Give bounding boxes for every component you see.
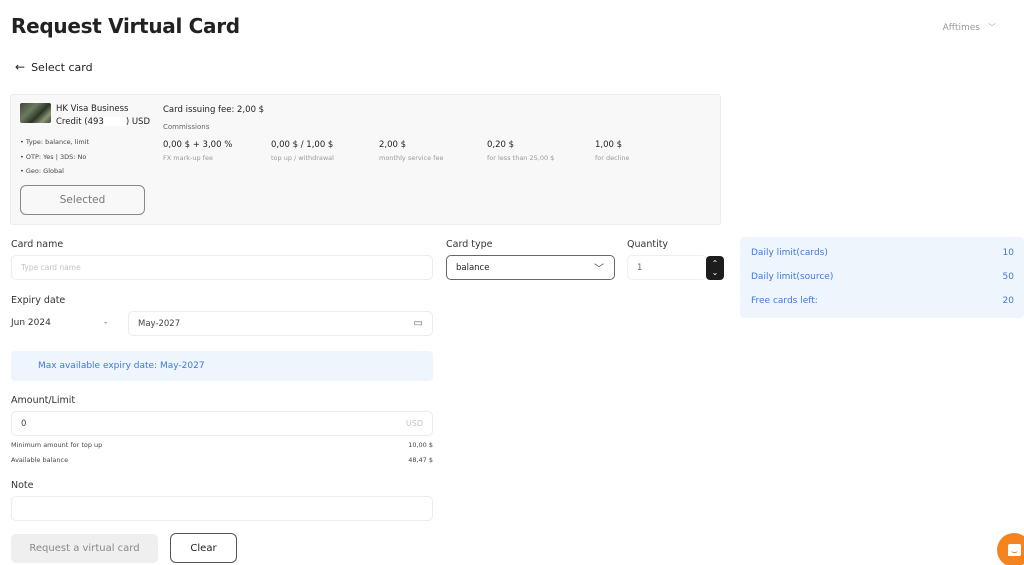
amount-value: 0	[21, 418, 27, 429]
card-name-line2: Credit (493 ) USD	[56, 116, 166, 129]
card-name-prefix: Credit (493	[56, 117, 104, 127]
card-name-suffix: ) USD	[125, 117, 150, 127]
commission-item: 0,00 $ / 1,00 $ top up / withdrawal	[271, 140, 334, 162]
selected-card-panel: HK Visa Business Credit (493 ) USD • Type…	[10, 94, 721, 225]
card-feature: • Type: balance, limit	[20, 138, 90, 146]
card-type-value: balance	[456, 262, 490, 273]
limit-row: Free cards left: 20	[751, 296, 1014, 306]
commission-label: FX mark-up fee	[163, 154, 213, 162]
available-balance-label: Available balance	[11, 456, 69, 464]
date-range-dash: -	[104, 318, 108, 328]
quantity-label: Quantity	[627, 239, 669, 250]
commission-value: 2,00 $	[379, 140, 407, 150]
card-type-label: Card type	[446, 239, 493, 250]
quantity-input[interactable]: 1	[627, 255, 707, 280]
expiry-end-input[interactable]: May-2027 ▭	[128, 311, 433, 336]
expiry-info-banner: Max available expiry date: May-2027	[11, 351, 433, 381]
card-feature: • OTP: Yes | 3DS: No	[20, 152, 87, 161]
commission-value: 0,20 $	[487, 140, 515, 150]
amount-label: Amount/Limit	[11, 395, 76, 406]
min-amount-value: 10,00 $	[408, 441, 433, 449]
limit-label: Daily limit(source)	[751, 272, 834, 282]
user-menu[interactable]: Afftimes ﹀	[943, 22, 996, 33]
card-name-label: Card name	[11, 239, 64, 250]
note-label: Note	[11, 480, 34, 491]
calendar-icon[interactable]: ▭	[414, 318, 423, 329]
request-virtual-card-button[interactable]: Request a virtual card	[11, 534, 158, 563]
issuing-fee: Card issuing fee: 2,00 $	[163, 105, 265, 115]
expiry-date-label: Expiry date	[11, 295, 66, 306]
expiry-end-value: May-2027	[138, 318, 181, 329]
amount-input[interactable]: 0 USD	[11, 411, 433, 436]
limit-value: 50	[1002, 272, 1014, 282]
quantity-stepper[interactable]: ⌃ ⌄	[706, 256, 724, 280]
currency-suffix: USD	[405, 419, 423, 428]
arrow-left-icon: ←	[15, 60, 26, 74]
user-name: Afftimes	[942, 22, 980, 33]
chevron-down-icon: ﹀	[594, 264, 604, 275]
card-name-line1: HK Visa Business	[56, 104, 129, 114]
commission-label: for decline	[595, 154, 630, 162]
increment-icon[interactable]: ⌃	[712, 259, 719, 268]
decrement-icon[interactable]: ⌄	[712, 268, 719, 277]
available-balance-value: 48,47 $	[408, 456, 433, 464]
limit-label: Free cards left:	[751, 296, 818, 306]
chevron-down-icon: ﹀	[988, 23, 996, 32]
card-name-input[interactable]: Type card name	[11, 255, 433, 280]
back-to-select-card-link[interactable]: ← Select card	[15, 60, 93, 74]
expiry-start: Jun 2024	[11, 318, 51, 328]
note-input[interactable]	[11, 496, 433, 521]
chat-icon	[1007, 544, 1021, 556]
card-image	[20, 103, 51, 123]
limit-row: Daily limit(cards) 10	[751, 248, 1014, 258]
available-balance-row: Available balance 48,47 $	[11, 456, 433, 464]
limit-label: Daily limit(cards)	[751, 248, 828, 258]
min-amount-label: Minimum amount for top up	[11, 441, 103, 449]
limit-row: Daily limit(source) 50	[751, 272, 1014, 282]
daily-limits-panel: Daily limit(cards) 10 Daily limit(source…	[740, 237, 1024, 318]
selected-button[interactable]: Selected	[20, 185, 145, 215]
chat-widget-button[interactable]	[997, 533, 1024, 565]
commissions-label: Commissions	[163, 123, 210, 131]
card-feature: • Geo: Global	[20, 167, 64, 175]
card-features: • Type: balance, limit • OTP: Yes | 3DS:…	[20, 135, 89, 179]
commission-label: for less than 25,00 $	[487, 154, 555, 162]
commission-label: top up / withdrawal	[271, 154, 334, 162]
min-amount-row: Minimum amount for top up 10,00 $	[11, 441, 433, 449]
card-type-select[interactable]: balance ﹀	[446, 255, 615, 280]
card-name: HK Visa Business Credit (493 ) USD	[56, 103, 166, 129]
commission-item: 0,00 $ + 3,00 % FX mark-up fee	[163, 140, 232, 162]
limit-value: 20	[1002, 296, 1014, 306]
masked-number	[103, 117, 126, 126]
commission-value: 1,00 $	[595, 140, 623, 150]
limit-value: 10	[1002, 248, 1014, 258]
commission-value: 0,00 $ / 1,00 $	[271, 140, 334, 150]
commission-item: 0,20 $ for less than 25,00 $	[487, 140, 554, 162]
clear-button[interactable]: Clear	[170, 533, 237, 563]
back-link-label: Select card	[31, 60, 93, 74]
commission-label: monthly service fee	[379, 154, 444, 162]
commission-value: 0,00 $ + 3,00 %	[163, 140, 233, 150]
page-title: Request Virtual Card	[11, 14, 240, 38]
commission-item: 1,00 $ for decline	[595, 140, 629, 162]
commission-item: 2,00 $ monthly service fee	[379, 140, 443, 162]
